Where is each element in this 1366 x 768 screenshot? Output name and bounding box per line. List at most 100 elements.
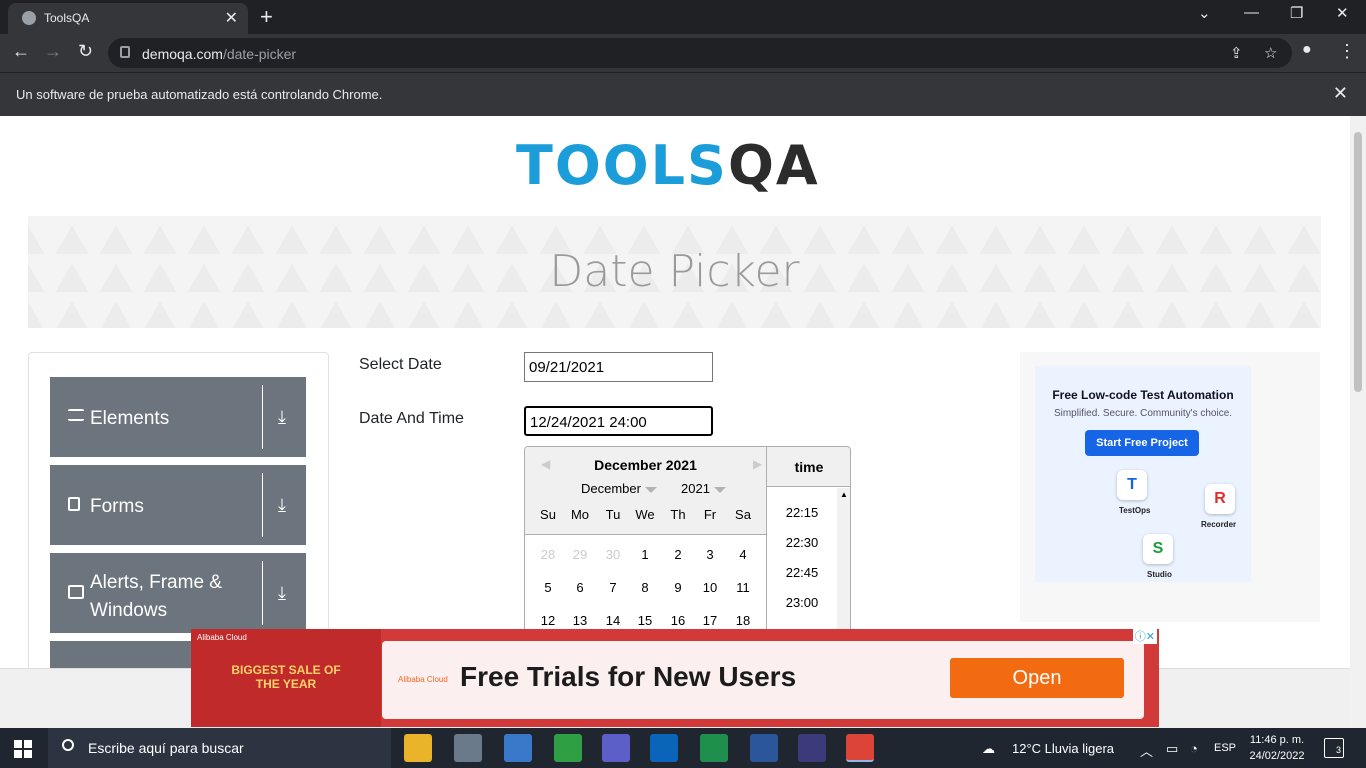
- close-tab-icon[interactable]: ✕: [225, 8, 238, 28]
- page-banner: Date Picker: [28, 216, 1321, 328]
- time-option[interactable]: 22:45: [767, 565, 837, 580]
- word-icon[interactable]: [750, 734, 778, 762]
- eclipse-icon[interactable]: [798, 734, 826, 762]
- reload-icon[interactable]: ↻: [78, 41, 93, 62]
- calendar-day[interactable]: 29: [564, 547, 596, 562]
- wifi-icon[interactable]: ◔: [1190, 741, 1198, 756]
- windows-start-icon[interactable]: [14, 740, 32, 758]
- calendar-day[interactable]: 15: [629, 613, 661, 628]
- start-free-project-button[interactable]: Start Free Project: [1085, 430, 1199, 456]
- language-indicator[interactable]: ESP: [1214, 742, 1236, 754]
- dropdown-arrow-icon: [644, 486, 657, 493]
- time-list: time 22:15 22:30 22:45 23:00 ▲: [766, 447, 850, 635]
- toolsqa-logo[interactable]: TOOLSQA: [516, 134, 820, 204]
- sidebar-group-forms[interactable]: Forms ⤓: [50, 465, 306, 545]
- calendar-day[interactable]: 17: [694, 613, 726, 628]
- teams-icon[interactable]: [602, 734, 630, 762]
- next-month-icon[interactable]: ▶: [753, 457, 762, 471]
- back-icon[interactable]: ←: [12, 41, 30, 62]
- app-icon[interactable]: [454, 734, 482, 762]
- calendar-day[interactable]: 28: [532, 547, 564, 562]
- weather-text[interactable]: 12°C Lluvia ligera: [1012, 741, 1114, 756]
- browser-tab[interactable]: ToolsQA ✕: [8, 3, 248, 34]
- datetime-input[interactable]: 12/24/2021 24:00: [524, 406, 713, 436]
- calendar-day[interactable]: 5: [532, 580, 564, 595]
- month-select[interactable]: December: [581, 481, 657, 496]
- outlook-icon[interactable]: [650, 734, 678, 762]
- bookmark-star-icon[interactable]: ☆: [1264, 44, 1277, 62]
- ad-sale-image[interactable]: Alibaba Cloud BIGGEST SALE OF THE YEAR: [191, 629, 381, 727]
- window-close-icon[interactable]: ✕: [1336, 4, 1349, 22]
- sidebar-group-alerts[interactable]: Alerts, Frame & Windows ⤓: [50, 553, 306, 633]
- calendar-day[interactable]: 4: [727, 547, 759, 562]
- calendar-day[interactable]: 2: [662, 547, 694, 562]
- calendar-day[interactable]: 16: [662, 613, 694, 628]
- url-text: demoqa.com/date-picker: [142, 46, 297, 62]
- calendar-day[interactable]: 10: [694, 580, 726, 595]
- bottom-ad[interactable]: Alibaba Cloud BIGGEST SALE OF THE YEAR A…: [191, 628, 1159, 727]
- divider: [262, 385, 263, 449]
- page-scrollbar[interactable]: [1350, 116, 1366, 728]
- windows-taskbar: Escribe aquí para buscar ☁ 12°C Lluvia l…: [0, 728, 1366, 768]
- calendar-day[interactable]: 11: [727, 580, 759, 595]
- chrome-icon[interactable]: [846, 734, 874, 762]
- calendar-day[interactable]: 3: [694, 547, 726, 562]
- year-select[interactable]: 2021: [681, 481, 726, 496]
- right-ad[interactable]: Free Low-code Test Automation Simplified…: [1020, 352, 1320, 622]
- address-bar[interactable]: demoqa.com/date-picker ⇪ ☆: [108, 38, 1292, 68]
- taskbar-search[interactable]: Escribe aquí para buscar: [48, 728, 391, 768]
- time-option[interactable]: 22:15: [767, 505, 837, 520]
- share-icon[interactable]: ⇪: [1230, 44, 1243, 62]
- calendar-day[interactable]: 8: [629, 580, 661, 595]
- network-icon[interactable]: ▭: [1166, 741, 1178, 757]
- scrollbar-thumb[interactable]: [1354, 132, 1362, 392]
- datetime-label: Date And Time: [359, 410, 464, 427]
- katalon-ad-creative[interactable]: Free Low-code Test Automation Simplified…: [1035, 366, 1251, 582]
- ad-panel[interactable]: Alibaba Cloud Free Trials for New Users …: [382, 641, 1144, 719]
- browser-toolbar: ← → ↻ demoqa.com/date-picker ⇪ ☆ ● ⋮: [0, 34, 1366, 72]
- calendar-day[interactable]: 18: [727, 613, 759, 628]
- forward-icon[interactable]: →: [44, 41, 62, 62]
- tab-search-icon[interactable]: ⌄: [1198, 4, 1211, 22]
- search-placeholder: Escribe aquí para buscar: [88, 740, 244, 756]
- ad-info-close-icon[interactable]: ⓘ✕: [1132, 628, 1157, 644]
- studio-icon: S: [1143, 534, 1173, 564]
- calendar-day[interactable]: 30: [597, 547, 629, 562]
- weather-icon[interactable]: ☁: [982, 741, 995, 757]
- ad-open-button[interactable]: Open: [950, 658, 1124, 698]
- calendar-day[interactable]: 1: [629, 547, 661, 562]
- weekday-header: Tu: [605, 507, 621, 522]
- calendar-day[interactable]: 13: [564, 613, 596, 628]
- select-date-input[interactable]: 09/21/2021: [524, 352, 713, 382]
- calendar-day[interactable]: 9: [662, 580, 694, 595]
- scroll-up-icon[interactable]: ▲: [840, 490, 848, 499]
- menu-icon[interactable]: ⋮: [1338, 41, 1356, 62]
- profile-icon[interactable]: ●: [1302, 41, 1312, 59]
- calendar-day[interactable]: 12: [532, 613, 564, 628]
- time-option[interactable]: 23:00: [767, 595, 837, 610]
- restore-icon[interactable]: ❐: [1290, 4, 1303, 22]
- calendar-day[interactable]: 7: [597, 580, 629, 595]
- lock-icon: [120, 46, 130, 58]
- tray-chevron-icon[interactable]: ︿: [1140, 741, 1153, 760]
- app-icon[interactable]: [700, 734, 728, 762]
- ad-sale-text: BIGGEST SALE OF THE YEAR: [231, 663, 341, 691]
- sidebar-group-elements[interactable]: Elements ⤓: [50, 377, 306, 457]
- infobar-close-icon[interactable]: ✕: [1333, 83, 1348, 104]
- time-scrollbar[interactable]: ▲: [837, 488, 850, 635]
- time-option[interactable]: 22:30: [767, 535, 837, 550]
- new-tab-icon[interactable]: +: [260, 4, 273, 30]
- weekday-header: Su: [540, 507, 556, 522]
- calendar-day[interactable]: 6: [564, 580, 596, 595]
- form-icon: [68, 497, 80, 511]
- sidebar-group-label: Elements: [90, 408, 170, 429]
- minimize-icon[interactable]: —: [1244, 4, 1259, 21]
- file-explorer-icon[interactable]: [404, 734, 432, 762]
- app-icon[interactable]: [504, 734, 532, 762]
- weekday-header: Sa: [735, 507, 751, 522]
- notification-center-icon[interactable]: 3: [1324, 738, 1344, 758]
- taskbar-clock[interactable]: 11:46 p. m. 24/02/2022: [1242, 732, 1312, 764]
- sidebar: Elements ⤓ Forms ⤓ Alerts, Frame & Windo…: [28, 352, 329, 668]
- app-icon[interactable]: [554, 734, 582, 762]
- calendar-day[interactable]: 14: [597, 613, 629, 628]
